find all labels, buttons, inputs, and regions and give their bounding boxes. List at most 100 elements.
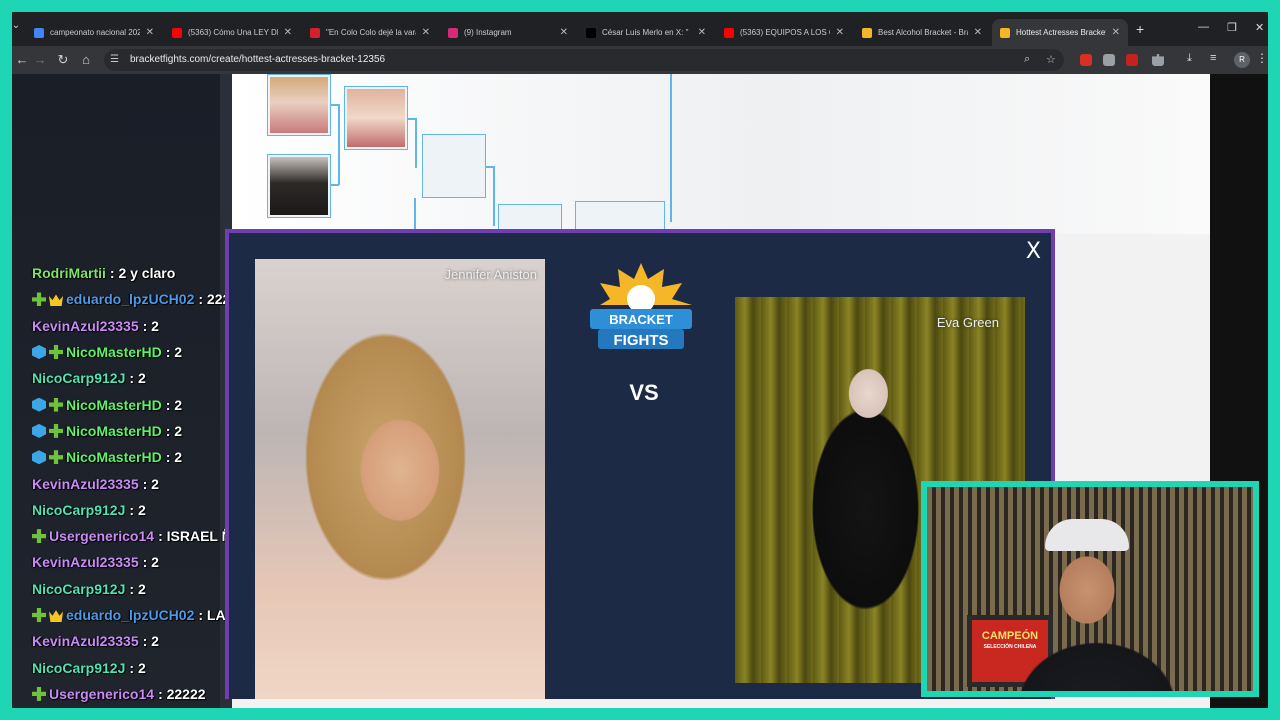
chat-username[interactable]: Usergenerico14 <box>49 686 154 702</box>
youtube-icon <box>172 27 182 38</box>
close-tab-icon[interactable]: ✕ <box>698 27 706 38</box>
chat-text: : 2 <box>142 633 159 650</box>
close-tab-icon[interactable]: ✕ <box>836 27 844 38</box>
chat-username[interactable]: NicoCarp912J <box>32 660 125 676</box>
tab-8[interactable]: Hottest Actresses Bracket ✕ <box>992 19 1128 46</box>
browser-tab-bar: ⌄ campeonato nacional 2024 ✕ (5363) Cómo U… <box>12 12 1268 46</box>
bracket-view <box>232 74 1210 244</box>
webcam-overlay: CAMPEÓN SELECCIÓN CHILENA <box>921 481 1259 697</box>
chat-username[interactable]: RodriMartii <box>32 265 106 281</box>
tab-title: (9) Instagram <box>464 28 512 37</box>
green-badge-icon <box>32 292 46 307</box>
bracket-slot[interactable] <box>422 134 486 198</box>
chat-text: : 2 <box>165 344 183 361</box>
tab-search-icon[interactable]: ⌄ <box>12 20 24 31</box>
browser-toolbar: ← → ↻ ⌂ ☰ bracketfights.com/create/hotte… <box>12 46 1268 74</box>
chat-username[interactable]: NicoMasterHD <box>66 397 162 413</box>
tab-title: campeonato nacional 2024 <box>50 28 140 37</box>
chat-text: : 22222 <box>158 685 206 702</box>
tab-title: "En Colo Colo dejé la vara <box>326 28 416 37</box>
menu-icon[interactable]: ⋮ <box>1256 51 1268 65</box>
close-tab-icon[interactable]: ✕ <box>284 27 292 38</box>
chat-username[interactable]: NicoMasterHD <box>66 423 162 439</box>
streamer <box>997 527 1197 691</box>
profile-avatar[interactable]: R <box>1234 52 1250 68</box>
media-icon[interactable]: ≡ <box>1210 52 1222 64</box>
chat-text: : 2 <box>165 396 183 413</box>
chat-username[interactable]: Usergenerico14 <box>49 528 154 544</box>
green-badge-icon <box>32 686 46 701</box>
close-tab-icon[interactable]: ✕ <box>146 27 154 38</box>
logo-text-line2: FIGHTS <box>614 332 669 349</box>
green-badge-icon <box>49 345 63 360</box>
instagram-icon <box>448 27 458 38</box>
reload-icon[interactable]: ↻ <box>55 52 71 68</box>
close-tab-icon[interactable]: ✕ <box>560 27 568 38</box>
chat-username[interactable]: KevinAzul23335 <box>32 554 139 570</box>
cube-badge-icon <box>32 345 46 360</box>
chat-username[interactable]: NicoCarp912J <box>32 502 125 518</box>
bookmark-star-icon[interactable]: ☆ <box>1046 53 1056 66</box>
chat-text: : 2 <box>129 370 146 387</box>
address-bar[interactable]: ☰ bracketfights.com/create/hottest-actre… <box>104 49 1064 71</box>
bracket-line <box>415 118 417 168</box>
tab-title: Best Alcohol Bracket - Bra <box>878 28 968 37</box>
crown-badge-icon <box>49 610 63 622</box>
extension-pdf-icon[interactable] <box>1126 54 1138 66</box>
chat-username[interactable]: NicoMasterHD <box>66 344 162 360</box>
green-badge-icon <box>49 450 63 465</box>
webcam-feed: CAMPEÓN SELECCIÓN CHILENA <box>927 487 1253 691</box>
home-icon[interactable]: ⌂ <box>78 52 94 67</box>
google-icon <box>34 27 44 38</box>
chat-username[interactable]: eduardo_lpzUCH02 <box>66 607 194 623</box>
close-tab-icon[interactable]: ✕ <box>1112 27 1120 38</box>
chat-text: : 2 <box>165 422 183 439</box>
tab-4[interactable]: (9) Instagram ✕ <box>440 19 576 46</box>
tab-title: César Luis Merlo en X: " <box>602 28 689 37</box>
close-tab-icon[interactable]: ✕ <box>422 27 430 38</box>
bracket-slot[interactable] <box>267 154 331 218</box>
green-badge-icon <box>32 608 46 622</box>
site-info-icon[interactable]: ☰ <box>110 54 122 66</box>
back-icon[interactable]: ← <box>14 52 30 67</box>
green-badge-icon <box>49 397 63 412</box>
chat-username[interactable]: NicoMasterHD <box>66 449 162 465</box>
tab-3[interactable]: "En Colo Colo dejé la vara ✕ <box>302 19 438 46</box>
chat-text: : 2 <box>165 449 183 466</box>
zoom-icon[interactable]: ⌕ <box>1024 53 1030 66</box>
chat-username[interactable]: KevinAzul23335 <box>32 476 139 492</box>
close-tab-icon[interactable]: ✕ <box>974 27 982 38</box>
extensions-puzzle-icon[interactable] <box>1152 54 1164 66</box>
lt-icon <box>310 27 320 38</box>
tab-2[interactable]: (5363) Cómo Una LEY DE ✕ <box>164 19 300 46</box>
new-tab-button[interactable]: + <box>1136 21 1144 37</box>
close-modal-button[interactable]: X <box>1026 239 1041 264</box>
maximize-icon[interactable]: ❐ <box>1227 21 1237 34</box>
chat-text: : 2 <box>129 580 146 597</box>
extension-icon[interactable] <box>1103 54 1115 66</box>
tab-6[interactable]: (5363) EQUIPOS A LOS Q ✕ <box>716 19 852 46</box>
logo-text-line1: BRACKET <box>609 312 673 327</box>
bracketfights-icon <box>1000 27 1010 38</box>
chat-username[interactable]: KevinAzul23335 <box>32 318 139 334</box>
tab-1[interactable]: campeonato nacional 2024 ✕ <box>26 19 162 46</box>
close-window-icon[interactable]: ✕ <box>1255 21 1264 34</box>
x-icon <box>586 27 596 38</box>
chat-username[interactable]: NicoCarp912J <box>32 581 125 597</box>
tab-7[interactable]: Best Alcohol Bracket - Bra ✕ <box>854 19 990 46</box>
chat-text: : 2 y claro <box>109 265 176 282</box>
left-contestant-name: Jennifer Aniston <box>444 267 537 282</box>
left-contestant-card[interactable]: Jennifer Aniston <box>255 259 545 699</box>
chat-username[interactable]: NicoCarp912J <box>32 370 125 386</box>
extension-adblock-icon[interactable] <box>1080 54 1092 66</box>
bracket-slot[interactable] <box>344 86 408 150</box>
cube-badge-icon <box>32 423 46 438</box>
bracket-line <box>338 104 340 185</box>
minimize-icon[interactable]: — <box>1198 21 1209 33</box>
tab-5[interactable]: César Luis Merlo en X: " ✕ <box>578 19 714 46</box>
forward-icon[interactable]: → <box>32 52 48 67</box>
chat-username[interactable]: KevinAzul23335 <box>32 633 139 649</box>
downloads-icon[interactable]: ⤓ <box>1187 52 1199 64</box>
chat-username[interactable]: eduardo_lpzUCH02 <box>66 291 194 307</box>
bracket-slot[interactable] <box>267 74 331 136</box>
